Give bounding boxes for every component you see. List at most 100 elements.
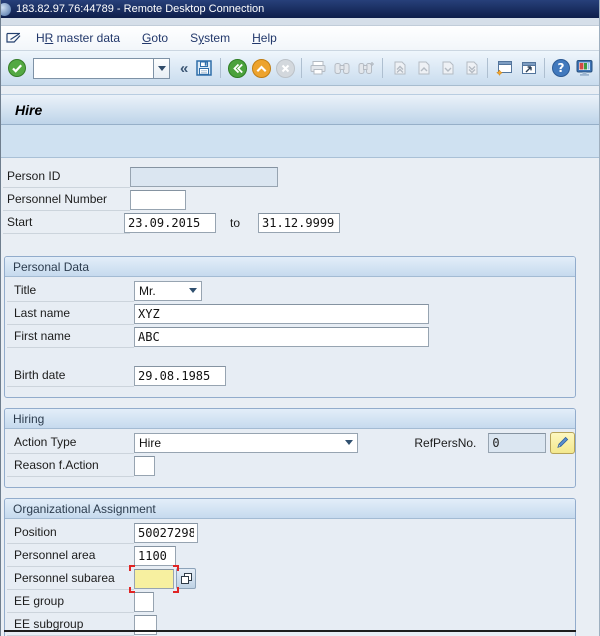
action-type-label: Action Type <box>7 431 134 454</box>
personal-data-header: Personal Data <box>5 257 575 277</box>
system-menu-icon[interactable] <box>1 32 25 44</box>
customize-layout-icon[interactable] <box>573 56 597 80</box>
toolbar-separator <box>382 58 384 78</box>
start-row: Start to <box>3 211 579 234</box>
first-name-row: First name <box>7 325 575 348</box>
create-shortcut-icon[interactable] <box>516 56 540 80</box>
ee-subgroup-label: EE subgroup <box>7 613 134 636</box>
ee-subgroup-row: EE subgroup <box>7 613 575 636</box>
focus-corner <box>173 586 179 593</box>
focus-corner <box>129 564 135 571</box>
personal-data-title: Personal Data <box>13 259 90 274</box>
action-type-dropdown[interactable]: Hire <box>134 432 359 453</box>
birth-date-field[interactable] <box>134 365 226 386</box>
command-dropdown-icon[interactable] <box>153 57 170 79</box>
ee-group-label: EE group <box>7 590 134 613</box>
reason-row: Reason f.Action <box>7 454 575 477</box>
toolbar-separator <box>220 58 222 78</box>
chevron-down-icon <box>345 440 354 445</box>
personnel-number-field[interactable] <box>130 189 186 210</box>
window-title: 183.82.97.76:44789 - Remote Desktop Conn… <box>16 3 265 15</box>
person-id-label: Person ID <box>3 165 130 188</box>
ee-group-field[interactable] <box>134 591 154 612</box>
form-content: Person ID Personnel Number Start to Pers… <box>1 165 579 636</box>
first-name-field[interactable] <box>134 326 429 347</box>
last-name-label: Last name <box>7 302 134 325</box>
page-title: Hire <box>15 101 43 118</box>
ref-pers-no-field <box>488 432 547 453</box>
birth-date-label: Birth date <box>7 364 134 387</box>
remote-desktop-window: 183.82.97.76:44789 - Remote Desktop Conn… <box>0 0 600 636</box>
edit-pencil-button[interactable] <box>550 431 575 454</box>
toolbar-separator <box>301 58 303 78</box>
personnel-area-label: Personnel area <box>7 544 134 567</box>
focus-corner <box>129 586 135 593</box>
position-field[interactable] <box>134 522 198 543</box>
collapse-command-icon[interactable]: « <box>180 60 188 77</box>
birth-date-row: Birth date <box>7 364 575 387</box>
hiring-body: Action Type Hire RefPersNo. 0 Reason f.A… <box>5 429 575 487</box>
action-type-row: Action Type Hire RefPersNo. <box>7 431 575 454</box>
menu-help[interactable]: Help <box>241 29 288 47</box>
hiring-group: Hiring Action Type Hire RefPersNo. 0 Rea… <box>4 408 576 488</box>
person-id-row: Person ID <box>3 165 579 188</box>
first-page-icon <box>387 56 411 80</box>
reason-label: Reason f.Action <box>7 454 134 477</box>
personnel-number-label: Personnel Number <box>3 188 130 211</box>
new-session-icon[interactable] <box>492 56 516 80</box>
menu-bar: HR master data Goto System Help <box>1 26 599 51</box>
end-date-field[interactable] <box>258 212 341 233</box>
main-form-area: Person ID Personnel Number Start to Pers… <box>1 158 599 636</box>
titlebar-strip <box>1 18 599 26</box>
title-label: Title <box>7 279 134 302</box>
personnel-area-row: Personnel area <box>7 544 575 567</box>
back-icon[interactable] <box>225 56 249 80</box>
position-label: Position <box>7 521 134 544</box>
standard-toolbar: « ? <box>1 51 599 86</box>
personnel-area-field[interactable] <box>134 545 176 566</box>
value-help-button[interactable] <box>176 568 196 589</box>
next-page-icon <box>435 56 459 80</box>
to-label: to <box>230 215 241 230</box>
title-bar: 183.82.97.76:44789 - Remote Desktop Conn… <box>1 0 599 18</box>
personal-data-group: Personal Data Title Mr. Last name XYZ Fi… <box>4 256 576 398</box>
menu-hr-master-data[interactable]: HR master data <box>25 29 131 47</box>
personnel-subarea-field[interactable] <box>134 568 174 589</box>
last-name-row: Last name <box>7 302 575 325</box>
position-row: Position <box>7 521 575 544</box>
personnel-subarea-row: Personnel subarea <box>7 564 575 593</box>
title-row: Title Mr. <box>7 279 575 302</box>
window-bottom-edge <box>4 630 576 632</box>
last-name-field[interactable] <box>134 303 429 324</box>
org-assignment-group: Organizational Assignment Position Perso… <box>4 498 576 636</box>
title-dropdown[interactable]: Mr. <box>134 280 202 301</box>
help-icon[interactable]: ? <box>549 56 573 80</box>
focused-field-wrap <box>129 564 179 593</box>
toolbar-separator <box>487 58 489 78</box>
org-assignment-body: Position Personnel area Personnel subare… <box>5 519 575 636</box>
ref-pers-no-label: RefPersNo. <box>414 435 477 450</box>
org-assignment-header: Organizational Assignment <box>5 499 575 519</box>
find-icon <box>330 56 354 80</box>
cancel-icon <box>273 56 297 80</box>
rdp-app-icon <box>1 2 11 16</box>
toolbar-separator <box>544 58 546 78</box>
enter-icon[interactable] <box>5 56 29 80</box>
exit-icon[interactable] <box>249 56 273 80</box>
action-type-value: Hire <box>139 435 162 450</box>
start-label: Start <box>3 211 130 234</box>
first-name-label: First name <box>7 325 134 348</box>
previous-page-icon <box>411 56 435 80</box>
find-next-icon <box>354 56 378 80</box>
menu-system[interactable]: System <box>179 29 241 47</box>
command-input[interactable] <box>33 57 153 79</box>
person-id-field <box>130 166 278 187</box>
application-toolbar-band <box>1 125 599 158</box>
screen-title-bar: Hire <box>1 94 599 125</box>
reason-field[interactable] <box>134 455 155 476</box>
ee-group-row: EE group <box>7 590 575 613</box>
save-icon[interactable] <box>192 56 216 80</box>
start-date-field[interactable] <box>124 212 216 233</box>
menu-goto[interactable]: Goto <box>131 29 179 47</box>
